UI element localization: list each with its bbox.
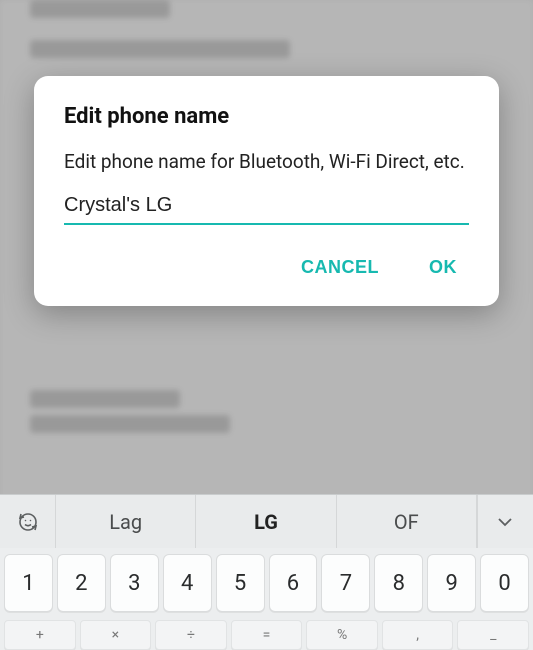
edit-phone-name-dialog: Edit phone name Edit phone name for Blue…	[34, 76, 499, 306]
key-percent[interactable]: %	[306, 620, 378, 650]
suggestion-bar: Lag LG OF	[0, 494, 533, 548]
key-4[interactable]: 4	[163, 554, 212, 612]
suggestion-left[interactable]: Lag	[56, 495, 196, 548]
collapse-keyboard-icon[interactable]	[477, 495, 533, 548]
symbol-row: + × ÷ = % , _	[0, 618, 533, 650]
key-equals[interactable]: =	[231, 620, 303, 650]
dialog-actions: CANCEL OK	[64, 251, 469, 284]
key-0[interactable]: 0	[480, 554, 529, 612]
key-5[interactable]: 5	[216, 554, 265, 612]
key-7[interactable]: 7	[321, 554, 370, 612]
key-3[interactable]: 3	[110, 554, 159, 612]
phone-name-input[interactable]	[64, 192, 469, 219]
number-row: 1 2 3 4 5 6 7 8 9 0	[0, 548, 533, 618]
key-6[interactable]: 6	[269, 554, 318, 612]
cancel-button[interactable]: CANCEL	[297, 251, 383, 284]
key-1[interactable]: 1	[4, 554, 53, 612]
key-plus[interactable]: +	[4, 620, 76, 650]
key-9[interactable]: 9	[427, 554, 476, 612]
dialog-title: Edit phone name	[64, 104, 469, 129]
dialog-description: Edit phone name for Bluetooth, Wi-Fi Dir…	[64, 149, 469, 174]
suggestion-right[interactable]: OF	[337, 495, 477, 548]
phone-name-input-wrap[interactable]	[64, 192, 469, 225]
key-multiply[interactable]: ×	[80, 620, 152, 650]
soft-keyboard: Lag LG OF 1 2 3 4 5 6 7 8 9 0 + × ÷ =	[0, 494, 533, 650]
suggestion-center[interactable]: LG	[196, 495, 336, 548]
emoji-cycle-icon[interactable]	[0, 495, 56, 548]
key-comma[interactable]: ,	[382, 620, 454, 650]
screen: Edit phone name Edit phone name for Blue…	[0, 0, 533, 650]
key-8[interactable]: 8	[374, 554, 423, 612]
key-divide[interactable]: ÷	[155, 620, 227, 650]
ok-button[interactable]: OK	[425, 251, 461, 284]
key-underscore[interactable]: _	[457, 620, 529, 650]
key-2[interactable]: 2	[57, 554, 106, 612]
